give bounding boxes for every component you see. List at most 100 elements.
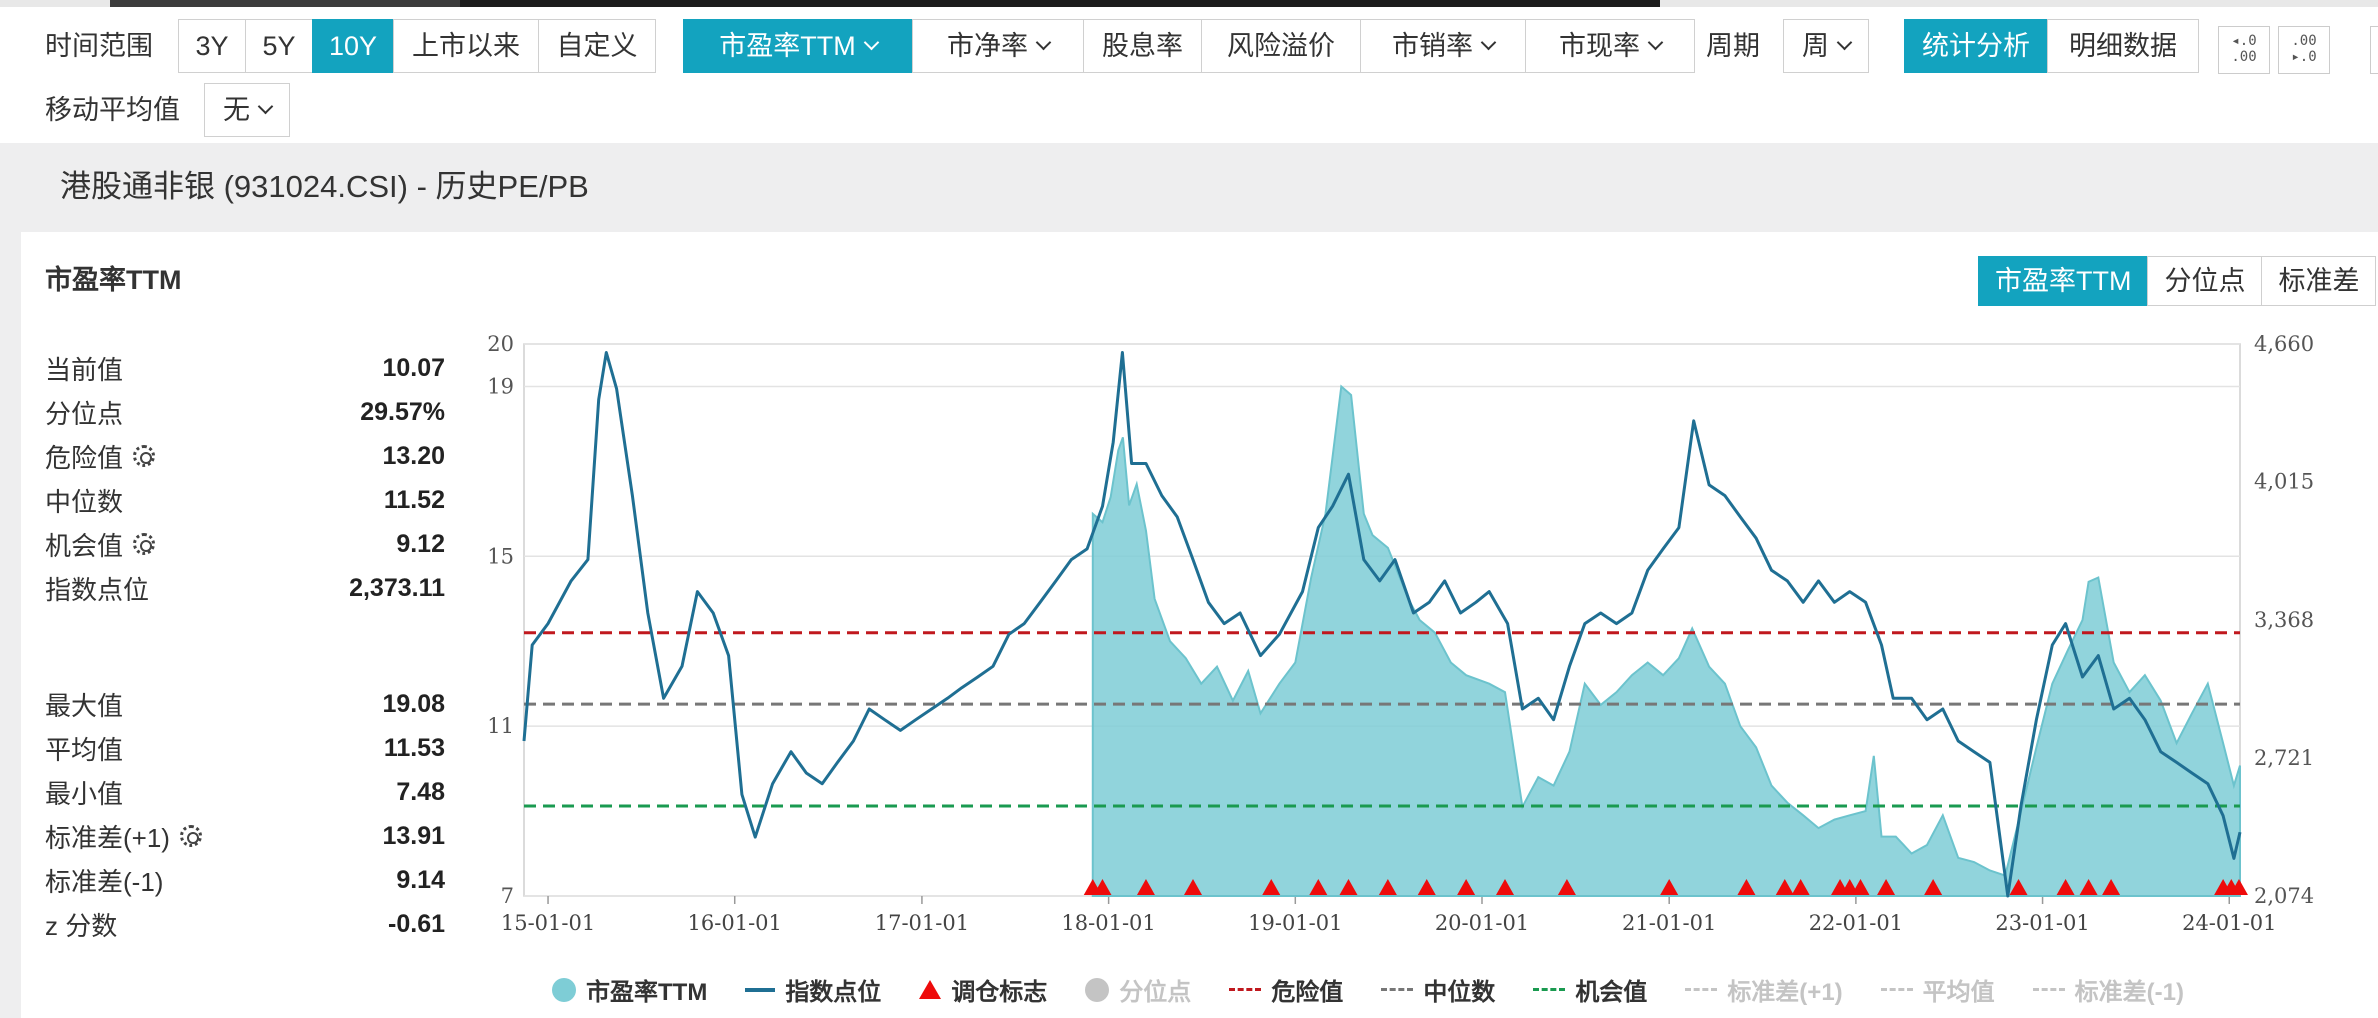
stat-row-最小值: 最小值 7.48	[45, 770, 445, 814]
x-tick-label: 24-01-01	[2182, 911, 2276, 935]
stat-key: 标准差(-1)	[45, 862, 163, 899]
time-range-option-label: 5Y	[262, 31, 296, 61]
chevron-down-icon	[1836, 34, 1853, 51]
stat-label: 中位数	[45, 486, 124, 517]
stat-row-标准差-1: 标准差(-1) 9.14	[45, 858, 445, 902]
legend-swatch	[1381, 988, 1414, 991]
stat-label: 指数点位	[45, 574, 150, 605]
decrease-decimals-button[interactable]: .00 ▸.0	[2278, 26, 2330, 74]
y-left-tick-label: 7	[501, 884, 514, 908]
time-range-option-上市以来[interactable]: 上市以来	[393, 19, 539, 73]
legend-item-标准差-1[interactable]: 标准差(+1)	[1685, 972, 1843, 1007]
view-option-label: 统计分析	[1922, 31, 2030, 61]
more-button[interactable]	[2370, 26, 2378, 74]
moving-average-label: 移动平均值	[45, 95, 180, 125]
period-value: 周	[1802, 31, 1829, 61]
metric-option-市净率[interactable]: 市净率	[912, 19, 1084, 73]
moving-average-button[interactable]: 无	[204, 83, 290, 137]
legend-label: 标准差(-1)	[2074, 979, 2184, 1006]
increase-decimals-icon: ◂.0.00	[2231, 33, 2257, 65]
stats-bottom: 最大值 19.08 平均值 11.53 最小值 7.48 标准差(+1) 13.91 标准差(-…	[45, 682, 445, 946]
legend-swatch	[919, 980, 942, 999]
legend-swatch	[1229, 988, 1262, 991]
legend-item-中位数[interactable]: 中位数	[1381, 972, 1495, 1007]
gear-icon[interactable]	[179, 825, 202, 847]
x-tick-label: 18-01-01	[1061, 911, 1155, 935]
legend-swatch	[1533, 988, 1566, 991]
increase-decimals-button[interactable]: ◂.0.00	[2218, 26, 2270, 74]
moving-average-value: 无	[223, 95, 250, 125]
stat-key: 机会值	[45, 526, 156, 563]
stat-row-标准差-1: 标准差(+1) 13.91	[45, 814, 445, 858]
x-tick-label: 15-01-01	[501, 911, 595, 935]
metric-option-市销率[interactable]: 市销率	[1360, 19, 1526, 73]
stat-row-指数点位: 指数点位 2,373.11	[45, 566, 445, 610]
period-select-button[interactable]: 周	[1783, 19, 1869, 73]
legend-label: 中位数	[1423, 979, 1496, 1006]
chart-tab-标准差[interactable]: 标准差	[2261, 256, 2377, 306]
y-left-tick-label: 11	[487, 714, 514, 738]
stat-row-当前值: 当前值 10.07	[45, 346, 445, 390]
legend-item-平均值[interactable]: 平均值	[1880, 972, 1995, 1007]
legend-item-调仓标志[interactable]: 调仓标志	[919, 972, 1047, 1007]
pe-chart[interactable]: 20 19 15 11 7 4,660 4,015 3,368 2,721 2,074 15-01-…	[440, 320, 2378, 960]
stat-key: 平均值	[45, 730, 123, 767]
stat-value: 7.48	[396, 777, 445, 806]
time-range-option-label: 3Y	[195, 31, 229, 61]
stat-value: 19.08	[382, 689, 445, 718]
toolbar: 时间范围 3Y 5Y 10Y 上市以来 自定义 市盈率TTM 市净率 股息率 风险溢价 市销率市…	[0, 7, 2378, 143]
stats-top: 当前值 10.07 分位点 29.57% 危险值 13.20 中位数 11.52 机会值 9.12…	[45, 346, 445, 610]
legend-item-市盈率ttm[interactable]: 市盈率TTM	[552, 972, 707, 1007]
metric-option-label: 市现率	[1559, 31, 1640, 61]
metric-option-市现率[interactable]: 市现率	[1525, 19, 1695, 73]
time-range-option-label: 自定义	[556, 31, 638, 61]
gear-icon[interactable]	[133, 533, 156, 555]
chart-legend: 市盈率TTM 指数点位 调仓标志 分位点 危险值 中位数 机会值 标准差(+1) 平均值 标准差(…	[552, 972, 2222, 1007]
stat-value: 13.20	[382, 441, 445, 470]
x-tick-label: 23-01-01	[1995, 911, 2089, 935]
metric-option-市盈率ttm[interactable]: 市盈率TTM	[683, 19, 913, 73]
stat-value: 11.53	[383, 733, 445, 762]
metric-option-风险溢价[interactable]: 风险溢价	[1201, 19, 1361, 73]
stat-label: 平均值	[45, 734, 124, 765]
time-range-option-自定义[interactable]: 自定义	[538, 19, 656, 73]
metric-option-股息率[interactable]: 股息率	[1083, 19, 1202, 73]
legend-item-标准差-1[interactable]: 标准差(-1)	[2032, 972, 2184, 1007]
chart-tab-市盈率ttm[interactable]: 市盈率TTM	[1978, 256, 2149, 306]
time-range-option-10y[interactable]: 10Y	[312, 19, 394, 73]
y-left-tick-label: 19	[487, 374, 514, 398]
legend-item-危险值[interactable]: 危险值	[1229, 972, 1343, 1007]
view-option-统计分析[interactable]: 统计分析	[1904, 19, 2048, 73]
metric-group: 市盈率TTM 市净率 股息率 风险溢价 市销率 市现率	[683, 19, 1695, 73]
y-left-tick-label: 20	[487, 332, 514, 356]
legend-item-分位点[interactable]: 分位点	[1085, 972, 1191, 1007]
stat-key: 最小值	[45, 774, 123, 811]
view-option-明细数据[interactable]: 明细数据	[2047, 19, 2199, 73]
moving-average-select[interactable]: 无	[204, 83, 290, 137]
y-right-tick-label: 2,074	[2254, 884, 2314, 908]
stat-row-平均值: 平均值 11.53	[45, 726, 445, 770]
period-select[interactable]: 周	[1783, 19, 1869, 73]
stat-key: 指数点位	[45, 570, 149, 607]
legend-swatch	[552, 977, 576, 1002]
stat-value: 9.12	[396, 529, 445, 558]
chart-tab-分位点[interactable]: 分位点	[2147, 256, 2263, 306]
page-title: 港股通非银 (931024.CSI) - 历史PE/PB	[60, 169, 589, 204]
legend-label: 指数点位	[785, 979, 882, 1006]
stat-value: 2,373.11	[349, 573, 445, 602]
time-range-option-5y[interactable]: 5Y	[245, 19, 313, 73]
metric-option-label: 风险溢价	[1227, 31, 1335, 61]
stat-label: 标准差(-1)	[45, 866, 164, 897]
x-tick-label: 19-01-01	[1248, 911, 1342, 935]
stat-key: 危险值	[45, 438, 156, 475]
y-left-tick-label: 15	[487, 544, 514, 568]
y-right-tick-label: 3,368	[2254, 608, 2314, 632]
view-option-label: 明细数据	[2069, 31, 2177, 61]
gear-icon[interactable]	[133, 445, 156, 467]
legend-item-机会值[interactable]: 机会值	[1533, 972, 1647, 1007]
legend-item-指数点位[interactable]: 指数点位	[745, 972, 881, 1007]
stat-label: z 分数	[45, 910, 118, 941]
time-range-option-3y[interactable]: 3Y	[178, 19, 246, 73]
stat-value: 11.52	[383, 485, 445, 514]
chevron-down-icon	[863, 34, 880, 51]
